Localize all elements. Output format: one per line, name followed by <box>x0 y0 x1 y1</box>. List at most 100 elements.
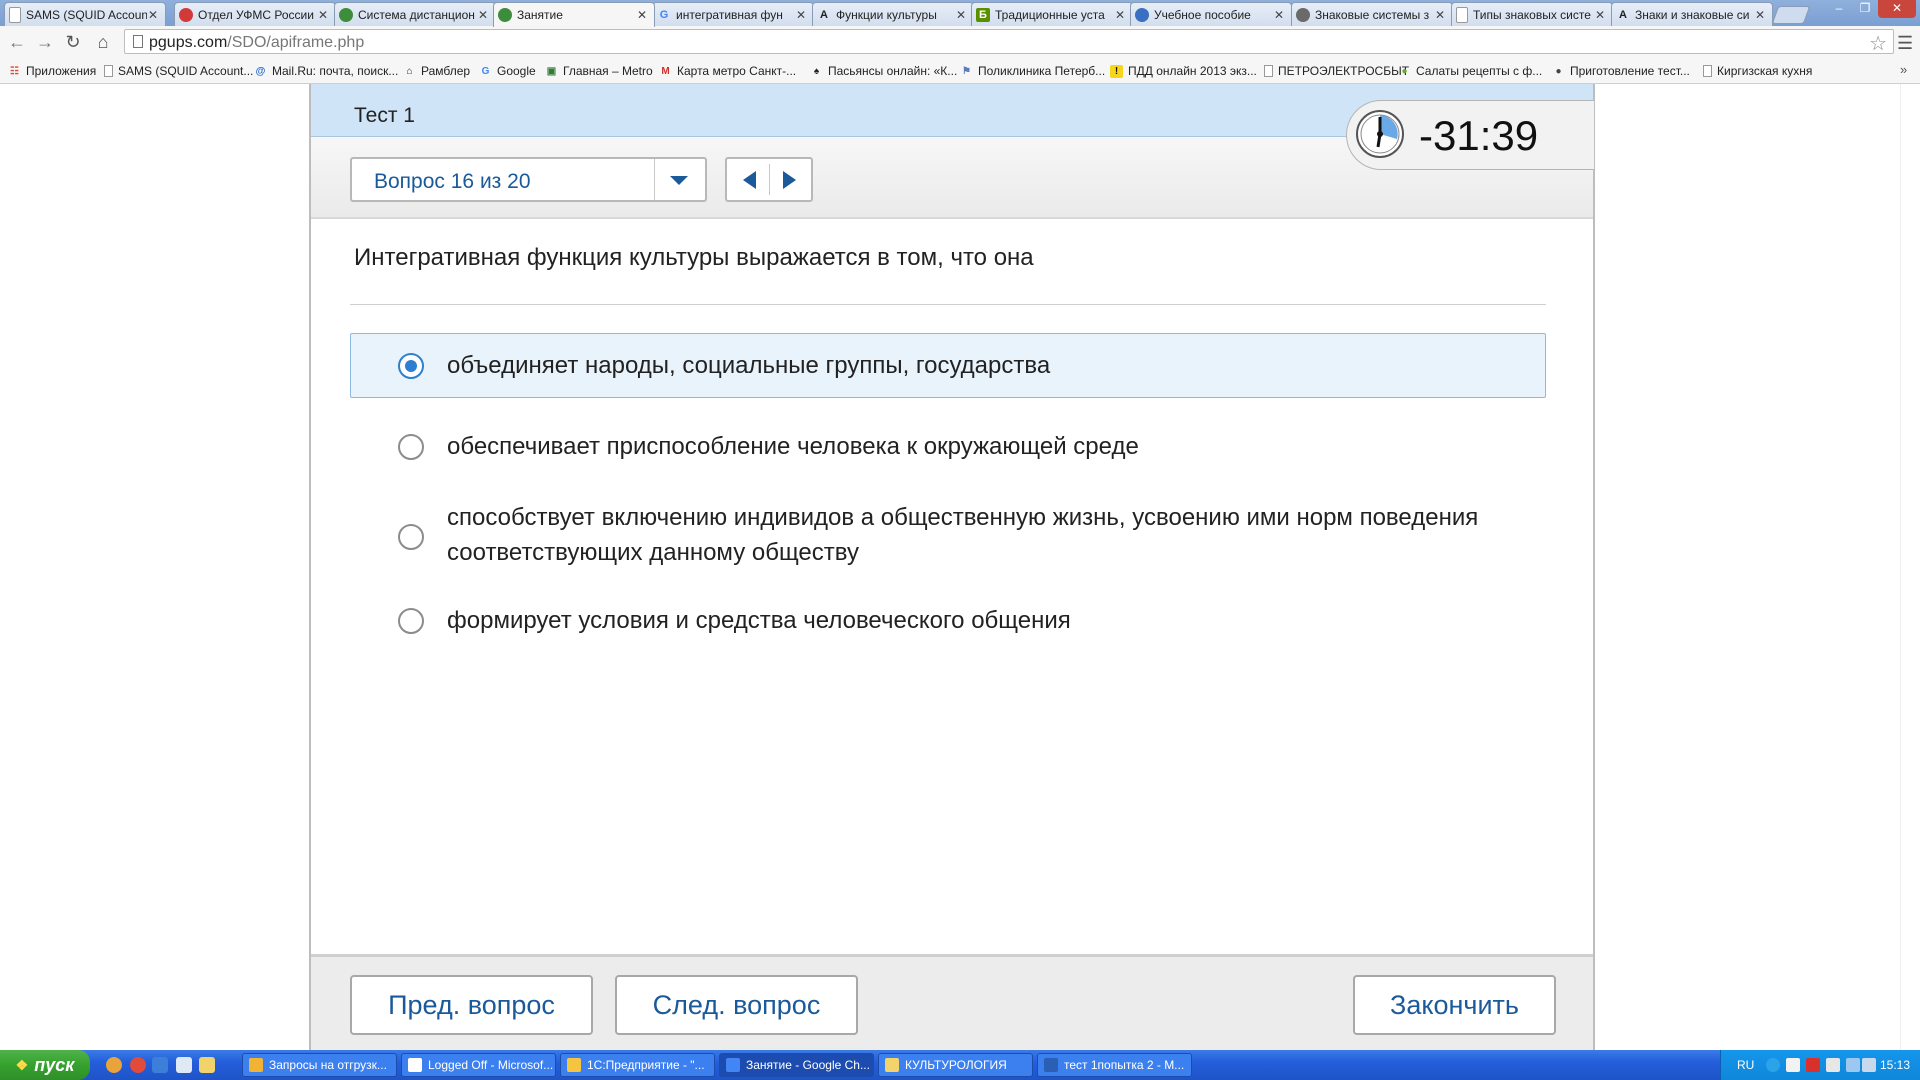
tray-network-icon[interactable] <box>1766 1058 1780 1072</box>
bookmark-item[interactable]: ☷ Приложения <box>8 62 96 80</box>
browser-tab[interactable]: Типы знаковых систе ✕ <box>1451 2 1613 26</box>
windows-taskbar: ❖ пуск Запросы на отгрузк... Logged Off - … <box>0 1050 1920 1080</box>
new-tab-button[interactable] <box>1771 6 1811 24</box>
bookmark-item[interactable]: G Google <box>479 62 536 80</box>
tab-close-icon[interactable]: ✕ <box>1594 8 1606 22</box>
url-text[interactable]: pgups.com/SDO/apiframe.php <box>149 34 364 52</box>
next-question-button[interactable]: След. вопрос <box>615 975 858 1035</box>
answer-option[interactable]: способствует включению индивидов а общес… <box>350 490 1546 580</box>
radio-button[interactable] <box>398 434 424 460</box>
bookmark-star-icon[interactable]: ☆ <box>1869 31 1887 56</box>
tab-close-icon[interactable]: ✕ <box>795 8 807 22</box>
language-indicator[interactable]: RU <box>1737 1058 1754 1072</box>
browser-tab[interactable]: Занятие ✕ <box>493 2 655 27</box>
tab-close-icon[interactable]: ✕ <box>1114 8 1126 22</box>
taskbar-window-button[interactable]: Запросы на отгрузк... <box>242 1053 397 1077</box>
chevron-down-icon[interactable] <box>670 176 688 185</box>
tab-close-icon[interactable]: ✕ <box>1754 8 1766 22</box>
warning-icon: ! <box>1110 64 1123 78</box>
tab-title: Традиционные уста <box>995 7 1105 22</box>
start-button[interactable]: ❖ пуск <box>0 1050 90 1080</box>
reload-icon[interactable]: ↻ <box>62 31 84 53</box>
taskbar-window-button[interactable]: 1С:Предприятие - "... <box>560 1053 715 1077</box>
next-question-arrow-icon[interactable] <box>783 171 796 189</box>
forward-icon[interactable]: → <box>34 31 56 53</box>
tray-display-icon[interactable] <box>1846 1058 1860 1072</box>
answer-option-label[interactable]: обеспечивает приспособление человека к о… <box>447 429 1527 464</box>
page-scrollbar[interactable] <box>1900 84 1920 1050</box>
browser-tab[interactable]: Gинтегративная фун ✕ <box>652 2 814 26</box>
globe-icon <box>1135 7 1149 22</box>
prev-question-button[interactable]: Пред. вопрос <box>350 975 593 1035</box>
taskbar-window-button[interactable]: тест 1попытка 2 - M... <box>1037 1053 1192 1077</box>
answer-option-label[interactable]: способствует включению индивидов а общес… <box>447 500 1537 570</box>
browser-menu-icon[interactable]: ☰ <box>1897 33 1913 54</box>
tray-volume-icon[interactable] <box>1862 1058 1876 1072</box>
bookmark-item[interactable]: ▣ Главная – Metro <box>545 62 653 80</box>
tab-title: SAMS (SQUID Accoun <box>26 7 147 22</box>
bookmark-item[interactable]: @ Mail.Ru: почта, поиск... <box>254 62 399 80</box>
quicklaunch-app-icon[interactable] <box>176 1057 192 1073</box>
browser-tab[interactable]: Б Традиционные уста ✕ <box>971 2 1133 26</box>
quicklaunch-browser-icon[interactable] <box>106 1057 122 1073</box>
answer-option-label[interactable]: объединяет народы, социальные группы, го… <box>447 348 1527 383</box>
browser-tab[interactable]: A Функции культуры ✕ <box>812 2 974 26</box>
bookmark-item[interactable]: ! ПДД онлайн 2013 экз... <box>1110 62 1257 80</box>
home-icon: ⌂ <box>406 65 413 77</box>
clinic-icon: ⚑ <box>962 65 971 77</box>
browser-tab[interactable]: Система дистанцион ✕ <box>334 2 496 26</box>
tab-close-icon[interactable]: ✕ <box>1434 8 1446 22</box>
windows-logo-icon: ❖ <box>15 1056 29 1073</box>
quicklaunch-folder-icon[interactable] <box>199 1057 215 1073</box>
back-icon[interactable]: ← <box>6 31 28 53</box>
bookmark-item[interactable]: ♠ Пасьянсы онлайн: «К... <box>810 62 957 80</box>
bookmark-item[interactable]: Киргизская кухня <box>1703 62 1812 80</box>
bookmark-item[interactable]: ⚑ Поликлиника Петерб... <box>960 62 1105 80</box>
browser-tab[interactable]: Отдел УФМС России ✕ <box>174 2 336 26</box>
tab-close-icon[interactable]: ✕ <box>147 8 159 22</box>
radio-button[interactable] <box>398 353 424 379</box>
browser-tab[interactable]: SAMS (SQUID Accoun ✕ <box>4 2 166 26</box>
bookmarks-overflow-icon[interactable]: » <box>1900 62 1907 77</box>
answer-option[interactable]: объединяет народы, социальные группы, го… <box>350 333 1546 398</box>
restore-icon[interactable]: ❐ <box>1852 0 1878 18</box>
tray-messenger-icon[interactable] <box>1786 1058 1800 1072</box>
tab-close-icon[interactable]: ✕ <box>1273 8 1285 22</box>
bookmark-label: Главная – Metro <box>563 64 653 78</box>
tray-app-icon[interactable] <box>1826 1058 1840 1072</box>
bookmark-item[interactable]: SAMS (SQUID Account... <box>104 62 253 80</box>
tab-close-icon[interactable]: ✕ <box>317 8 329 22</box>
bookmark-item[interactable]: ПЕТРОЭЛЕКТРОСБЫТ <box>1264 62 1409 80</box>
bookmark-item[interactable]: ● Салаты рецепты с ф... <box>1398 62 1542 80</box>
browser-tab[interactable]: Учебное пособие ✕ <box>1130 2 1292 26</box>
answer-option[interactable]: формирует условия и средства человеческо… <box>350 588 1546 653</box>
browser-tab[interactable]: A Знаки и знаковые си ✕ <box>1611 2 1773 26</box>
tray-antivirus-icon[interactable] <box>1806 1058 1820 1072</box>
bookmark-item[interactable]: ● Приготовление тест... <box>1552 62 1689 80</box>
taskbar-window-button[interactable]: КУЛЬТУРОЛОГИЯ <box>878 1053 1033 1077</box>
answer-option[interactable]: обеспечивает приспособление человека к о… <box>350 414 1546 479</box>
taskbar-window-button[interactable]: Занятие - Google Ch... <box>719 1053 874 1077</box>
quicklaunch-ie-icon[interactable] <box>152 1057 168 1073</box>
bookmark-label: Салаты рецепты с ф... <box>1416 64 1543 78</box>
radio-button[interactable] <box>398 524 424 550</box>
prev-question-arrow-icon[interactable] <box>743 171 756 189</box>
question-selector[interactable]: Вопрос 16 из 20 <box>350 157 707 202</box>
tab-close-icon[interactable]: ✕ <box>636 8 648 22</box>
address-bar[interactable]: pgups.com/SDO/apiframe.php ☆ <box>124 29 1894 56</box>
bookmark-item[interactable]: M Карта метро Санкт-... <box>659 62 796 80</box>
taskbar-window-button[interactable]: Logged Off - Microsof... <box>401 1053 556 1077</box>
home-icon[interactable]: ⌂ <box>92 31 114 53</box>
bookmark-item[interactable]: ⌂ Рамблер <box>403 62 470 80</box>
tab-close-icon[interactable]: ✕ <box>477 8 489 22</box>
finish-button[interactable]: Закончить <box>1353 975 1556 1035</box>
tab-title: Функции культуры <box>836 7 937 22</box>
browser-tab[interactable]: Знаковые системы з ✕ <box>1291 2 1453 26</box>
answer-option-label[interactable]: формирует условия и средства человеческо… <box>447 603 1527 638</box>
minimize-icon[interactable]: – <box>1826 0 1852 18</box>
tab-close-icon[interactable]: ✕ <box>955 8 967 22</box>
close-window-icon[interactable]: ✕ <box>1878 0 1916 18</box>
quicklaunch-chrome-icon[interactable] <box>130 1057 146 1073</box>
radio-button[interactable] <box>398 608 424 634</box>
question-text: Интегративная функция культуры выражаетс… <box>354 244 1034 271</box>
